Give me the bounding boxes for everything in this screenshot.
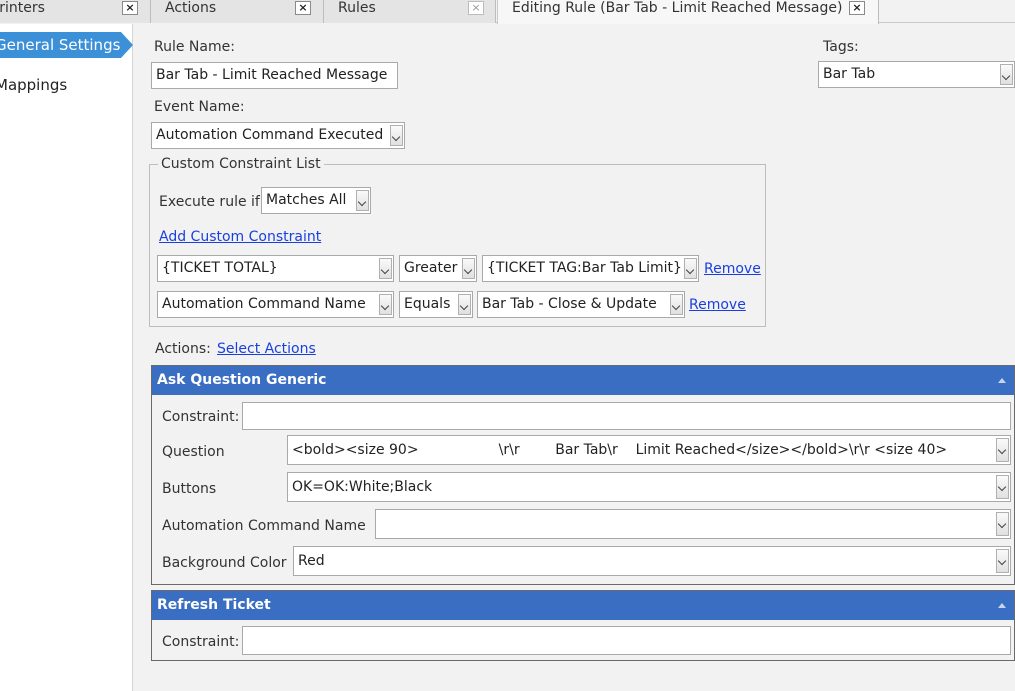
tab-label: Rules (338, 0, 376, 16)
chevron-down-icon[interactable] (996, 512, 1009, 536)
sidebar-item-label: Mappings (0, 76, 68, 94)
constraint-input[interactable] (242, 626, 1011, 655)
collapse-icon[interactable] (998, 378, 1006, 383)
sidebar-item-label: General Settings (0, 36, 121, 54)
sidebar: General Settings Mappings (0, 24, 133, 691)
constraint-field-select[interactable]: {TICKET TOTAL} (157, 255, 394, 282)
constraint-field-value: {TICKET TOTAL} (162, 260, 278, 276)
remove-constraint-link[interactable]: Remove (704, 261, 761, 277)
action-panel-header[interactable]: Ask Question Generic (152, 366, 1014, 395)
chevron-down-icon[interactable] (670, 294, 683, 315)
constraint-operator-select[interactable]: Greater (399, 255, 477, 282)
chevron-down-icon[interactable] (996, 549, 1009, 573)
constraint-field-select[interactable]: Automation Command Name (157, 291, 394, 318)
chevron-down-icon[interactable] (1000, 64, 1013, 85)
chevron-down-icon[interactable] (379, 258, 392, 279)
constraint-value-value: Bar Tab - Close & Update (482, 296, 657, 312)
sidebar-item-general-settings[interactable]: General Settings (0, 32, 133, 58)
chevron-down-icon[interactable] (996, 438, 1009, 462)
rule-name-value: Bar Tab - Limit Reached Message (156, 67, 388, 83)
question-select[interactable]: <bold><size 90> \r\r Bar Tab\r Limit Rea… (287, 435, 1011, 465)
constraint-value-value: {TICKET TAG:Bar Tab Limit} (487, 260, 682, 276)
close-icon[interactable]: × (295, 1, 311, 15)
tab-printers[interactable]: Printers × (0, 0, 151, 23)
collapse-icon[interactable] (998, 603, 1006, 608)
background-color-label: Background Color (162, 555, 287, 571)
tab-label: Printers (0, 0, 45, 16)
tab-label: Actions (165, 0, 217, 16)
constraint-field-value: Automation Command Name (162, 296, 366, 312)
buttons-value: OK=OK:White;Black (292, 479, 433, 495)
constraint-label: Constraint: (162, 409, 240, 425)
event-name-select[interactable]: Automation Command Executed (151, 122, 405, 149)
constraint-operator-value: Greater (404, 260, 458, 276)
tab-label: Editing Rule (Bar Tab - Limit Reached Me… (512, 0, 843, 16)
constraint-value-select[interactable]: {TICKET TAG:Bar Tab Limit} (482, 255, 699, 282)
chevron-down-icon[interactable] (996, 475, 1009, 499)
tab-bar: Printers × Actions × Rules × Editing Rul… (0, 0, 1015, 24)
event-name-label: Event Name: (154, 99, 245, 115)
tags-label: Tags: (823, 39, 859, 55)
question-value: <bold><size 90> \r\r Bar Tab\r Limit Rea… (292, 442, 948, 458)
constraint-operator-select[interactable]: Equals (399, 291, 473, 318)
tags-value: Bar Tab (823, 66, 876, 82)
chevron-down-icon[interactable] (458, 294, 471, 315)
constraint-input[interactable] (242, 402, 1011, 430)
remove-constraint-link[interactable]: Remove (689, 297, 746, 313)
sidebar-item-mappings[interactable]: Mappings (0, 72, 72, 98)
action-panel-title: Ask Question Generic (157, 372, 327, 388)
buttons-label: Buttons (162, 481, 217, 497)
chevron-down-icon[interactable] (379, 294, 392, 315)
execute-rule-value: Matches All (266, 192, 347, 208)
question-label: Question (162, 444, 225, 460)
chevron-down-icon[interactable] (462, 258, 475, 279)
constraint-operator-value: Equals (404, 296, 451, 312)
chevron-down-icon[interactable] (684, 258, 697, 279)
background-color-value: Red (298, 553, 325, 569)
constraint-value-select[interactable]: Bar Tab - Close & Update (477, 291, 685, 318)
automation-command-name-select[interactable] (375, 509, 1011, 539)
tab-rules[interactable]: Rules × (324, 0, 496, 23)
execute-rule-label: Execute rule if (159, 194, 260, 210)
close-icon[interactable]: × (849, 1, 865, 15)
action-panel-title: Refresh Ticket (157, 597, 271, 613)
background-color-select[interactable]: Red (293, 546, 1011, 576)
add-custom-constraint-link[interactable]: Add Custom Constraint (159, 229, 321, 245)
close-icon[interactable]: × (468, 1, 484, 15)
automation-command-name-label: Automation Command Name (162, 518, 366, 534)
constraint-label: Constraint: (162, 634, 240, 650)
execute-rule-select[interactable]: Matches All (261, 187, 371, 214)
custom-constraint-legend: Custom Constraint List (158, 156, 324, 172)
tab-editing-rule[interactable]: Editing Rule (Bar Tab - Limit Reached Me… (497, 0, 879, 24)
action-panel-header[interactable]: Refresh Ticket (152, 591, 1014, 620)
actions-label: Actions: (155, 341, 211, 357)
tab-actions[interactable]: Actions × (151, 0, 324, 23)
rule-name-input[interactable]: Bar Tab - Limit Reached Message (151, 62, 398, 89)
buttons-select[interactable]: OK=OK:White;Black (287, 472, 1011, 502)
chevron-down-icon[interactable] (390, 125, 403, 146)
event-name-value: Automation Command Executed (156, 127, 384, 143)
rule-name-label: Rule Name: (154, 39, 235, 55)
tags-select[interactable]: Bar Tab (818, 61, 1015, 88)
select-actions-link[interactable]: Select Actions (217, 341, 316, 357)
chevron-down-icon[interactable] (356, 190, 369, 211)
close-icon[interactable]: × (122, 1, 138, 15)
